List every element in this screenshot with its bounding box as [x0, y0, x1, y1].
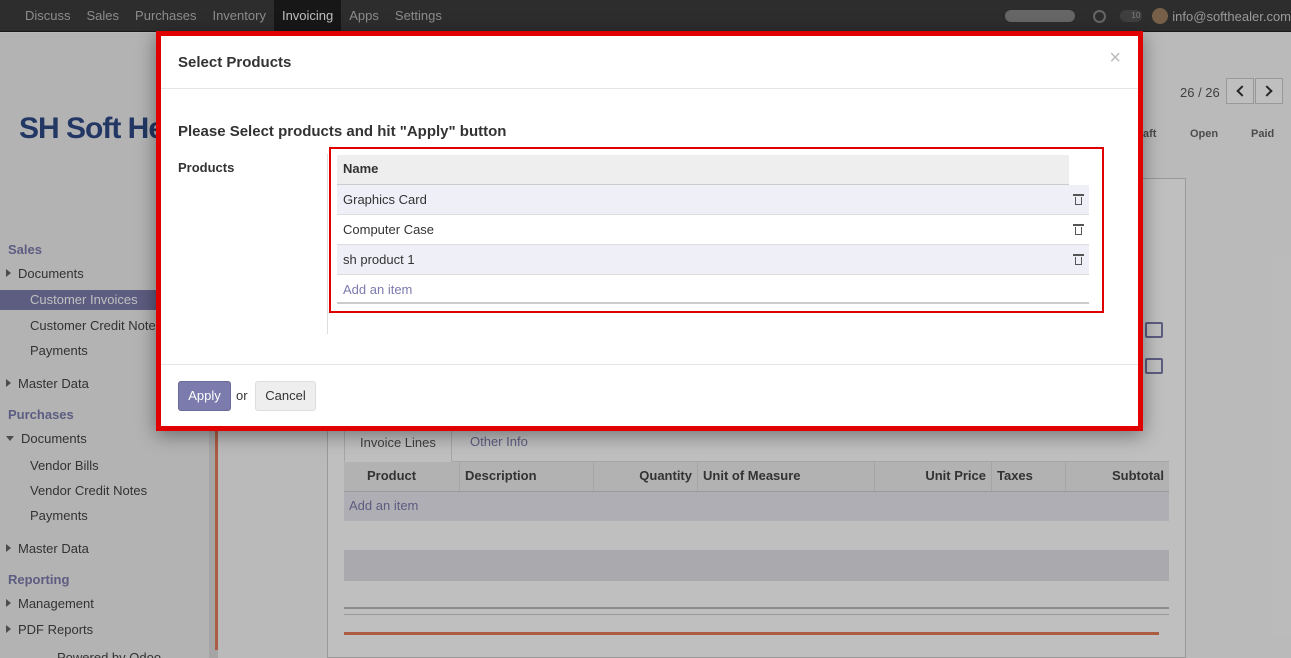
instruction-text: Please Select products and hit "Apply" b…	[178, 123, 507, 140]
column-name-header[interactable]: Name	[337, 155, 1069, 185]
product-name: Computer Case	[343, 222, 435, 237]
trash-icon[interactable]	[1073, 194, 1084, 205]
modal-title: Select Products	[178, 54, 292, 71]
close-icon[interactable]: ×	[1109, 47, 1121, 70]
list-item[interactable]: sh product 1	[337, 245, 1089, 275]
modal-header: Select Products ×	[161, 36, 1138, 89]
modal-footer: Apply or Cancel	[161, 364, 1138, 426]
list-item[interactable]: Graphics Card	[337, 185, 1089, 215]
cancel-button[interactable]: Cancel	[255, 381, 316, 411]
products-list: Name Graphics Card Computer Case sh prod…	[337, 155, 1089, 304]
trash-icon[interactable]	[1073, 254, 1084, 265]
list-item[interactable]: Computer Case	[337, 215, 1089, 245]
apply-button[interactable]: Apply	[178, 381, 231, 411]
products-field-label: Products	[178, 160, 235, 175]
product-name: Graphics Card	[343, 192, 427, 207]
select-products-dialog: Select Products × Please Select products…	[156, 31, 1143, 431]
field-divider	[327, 154, 328, 334]
trash-icon[interactable]	[1073, 224, 1084, 235]
product-name: sh product 1	[343, 252, 415, 267]
products-list-highlight: Name Graphics Card Computer Case sh prod…	[329, 147, 1104, 313]
or-text: or	[236, 388, 248, 403]
add-an-item-link[interactable]: Add an item	[337, 275, 1089, 304]
